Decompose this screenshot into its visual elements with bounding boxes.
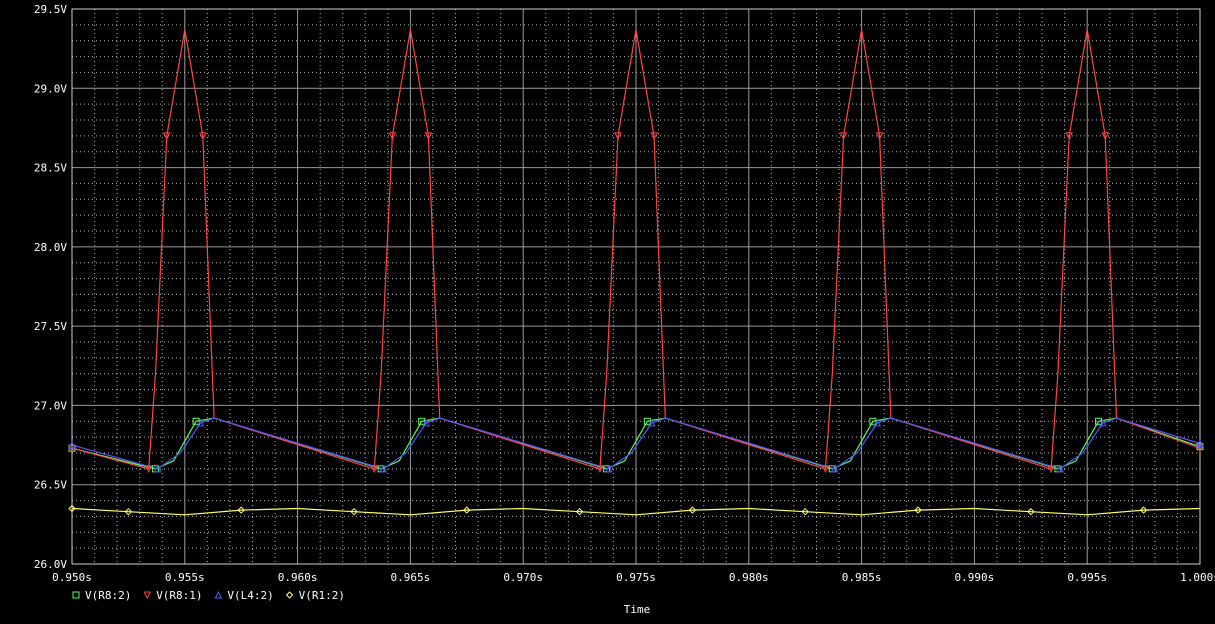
legend-label: V(R8:1) <box>156 589 202 602</box>
x-tick-label: 0.975s <box>616 571 656 584</box>
legend: V(R8:2) V(R8:1) V(L4:2) V(R1:2) <box>72 589 345 602</box>
y-tick-label: 28.5V <box>34 162 67 175</box>
legend-label: V(L4:2) <box>227 589 273 602</box>
legend-label: V(R8:2) <box>85 589 131 602</box>
legend-marker-0 <box>72 591 80 599</box>
legend-item: V(R8:2) <box>72 589 131 602</box>
x-tick-label: 0.960s <box>278 571 318 584</box>
x-tick-label: 0.965s <box>391 571 431 584</box>
y-tick-labels: 26.0V 26.5V 27.0V 27.5V 28.0V 28.5V 29.0V 29.5V <box>34 3 67 571</box>
x-tick-labels: 0.950s 0.955s 0.960s 0.965s 0.970s 0.975s 0.98… <box>52 571 1215 584</box>
x-tick-label: 0.990s <box>955 571 995 584</box>
legend-label: V(R1:2) <box>299 589 345 602</box>
x-tick-label: 0.985s <box>842 571 882 584</box>
probe-chart: 26.0V 26.5V 27.0V 27.5V 28.0V 28.5V 29.0V 29.5V… <box>34 3 1215 616</box>
x-tick-label: 0.970s <box>503 571 543 584</box>
legend-marker-3 <box>285 591 294 599</box>
y-tick-label: 28.0V <box>34 241 67 254</box>
plot-area: 26.0V 26.5V 27.0V 27.5V 28.0V 28.5V 29.0V 29.5V… <box>0 0 1215 619</box>
y-tick-label: 26.5V <box>34 479 67 492</box>
grid <box>71 8 1201 565</box>
y-tick-label: 29.5V <box>34 3 67 16</box>
legend-item: V(L4:2) <box>214 589 274 602</box>
x-tick-label: 0.980s <box>729 571 769 584</box>
y-tick-label: 27.5V <box>34 320 67 333</box>
y-tick-label: 29.0V <box>34 82 67 95</box>
x-tick-label: 0.995s <box>1067 571 1107 584</box>
x-tick-label: 1.000s <box>1180 571 1215 584</box>
x-tick-label: 0.955s <box>165 571 205 584</box>
legend-marker-1 <box>143 591 152 600</box>
legend-marker-2 <box>214 590 223 599</box>
y-tick-label: 27.0V <box>34 399 67 412</box>
x-tick-label: 0.950s <box>52 571 92 584</box>
x-axis-title: Time <box>624 603 651 616</box>
legend-item: V(R1:2) <box>285 589 345 602</box>
legend-item: V(R8:1) <box>143 589 203 602</box>
y-tick-label: 26.0V <box>34 558 67 571</box>
